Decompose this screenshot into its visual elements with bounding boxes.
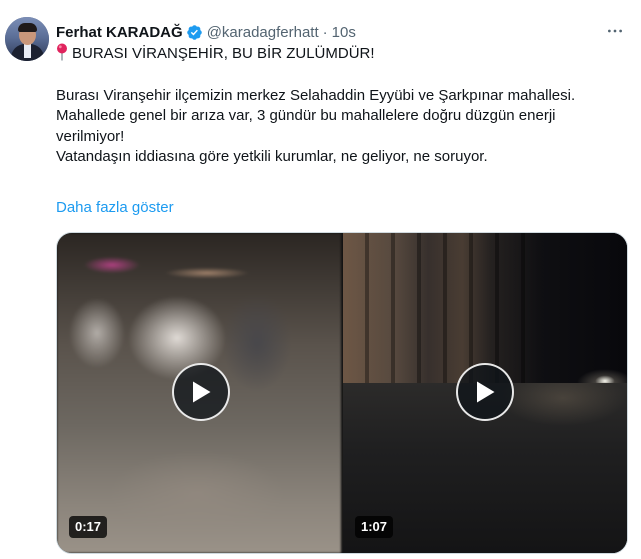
tweet-paragraph: Vatandaşın iddiasına göre yetkili kuruml…: [56, 148, 488, 165]
tweet-paragraph: Mahallede genel bir arıza var, 3 gündür …: [56, 107, 556, 145]
tweet-paragraph: Burası Viranşehir ilçemizin merkez Selah…: [56, 86, 576, 104]
tweet-headline-line: BURASI VİRANŞEHİR, BU BİR ZULÜMDÜR!: [56, 43, 626, 65]
verified-badge-icon[interactable]: [186, 24, 203, 41]
tweet-headline: BURASI VİRANŞEHİR, BU BİR ZULÜMDÜR!: [72, 45, 375, 62]
play-button[interactable]: [456, 363, 514, 421]
play-button[interactable]: [172, 363, 230, 421]
author-avatar[interactable]: [5, 17, 49, 61]
round-pushpin-icon: [57, 43, 67, 61]
show-more-link[interactable]: Daha fazla göster: [56, 199, 174, 216]
video-duration-badge: 1:07: [355, 516, 394, 538]
media-grid: 0:17 1:07: [56, 232, 628, 554]
author-handle[interactable]: @karadagferhatt: [207, 24, 319, 41]
tweet-text: BURASI VİRANŞEHİR, BU BİR ZULÜMDÜR! Bura…: [56, 43, 626, 168]
tweet-timestamp[interactable]: 10s: [332, 24, 356, 41]
video-duration-badge: 0:17: [69, 516, 108, 538]
avatar-shirt: [24, 44, 31, 58]
play-icon: [193, 381, 211, 403]
more-options-icon[interactable]: [604, 20, 626, 42]
author-name[interactable]: Ferhat KARADAĞ: [56, 24, 183, 41]
tweet-header: Ferhat KARADAĞ @karadagferhatt · 10s: [56, 21, 356, 43]
play-icon: [477, 381, 495, 403]
avatar-hair: [18, 23, 37, 32]
more-dots-icon: [608, 29, 622, 33]
header-separator: ·: [322, 23, 328, 41]
